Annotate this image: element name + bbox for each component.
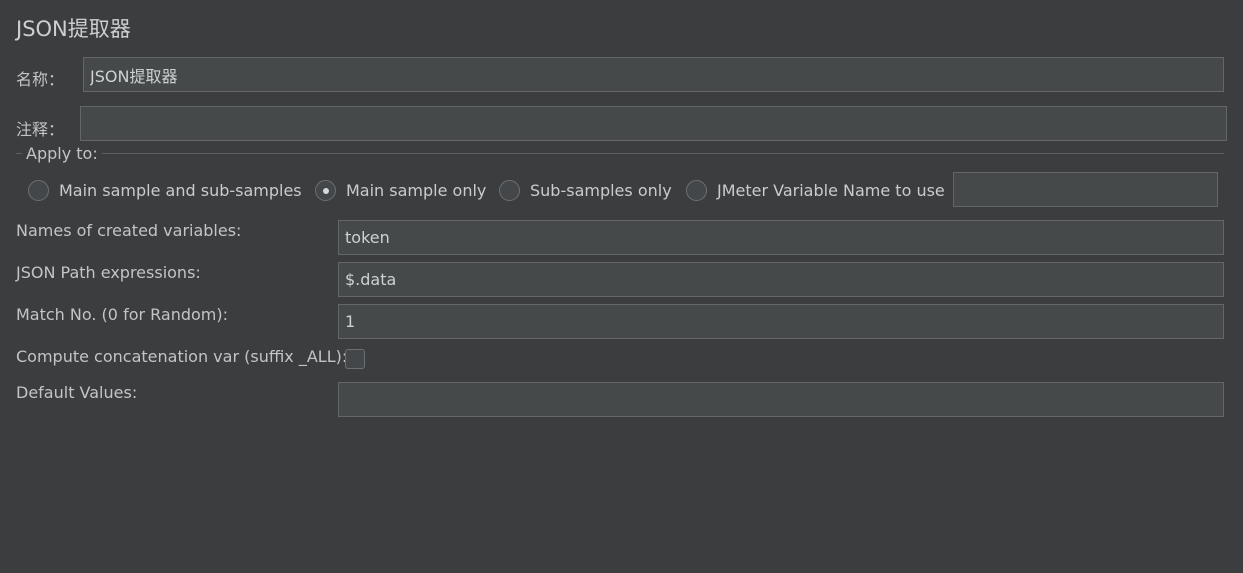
comment-field[interactable] <box>80 106 1227 141</box>
radio-sub-samples-only[interactable] <box>499 180 520 201</box>
apply-to-group-border <box>16 153 1224 154</box>
json-path-expressions-field[interactable] <box>338 262 1224 297</box>
names-of-created-variables-label: Names of created variables: <box>16 221 242 240</box>
comment-label: 注释： <box>16 120 65 139</box>
json-path-expressions-label: JSON Path expressions: <box>16 263 201 282</box>
radio-main-and-sub-samples[interactable] <box>28 180 49 201</box>
default-values-field[interactable] <box>338 382 1224 417</box>
radio-jmeter-variable[interactable] <box>686 180 707 201</box>
names-of-created-variables-field[interactable] <box>338 220 1224 255</box>
name-label: 名称： <box>16 70 65 89</box>
radio-jmeter-variable-label[interactable]: JMeter Variable Name to use <box>717 181 945 200</box>
radio-main-and-sub-samples-label[interactable]: Main sample and sub-samples <box>59 181 302 200</box>
name-field[interactable] <box>83 57 1224 92</box>
apply-to-title: Apply to: <box>22 144 102 163</box>
jmeter-variable-name-field[interactable] <box>953 172 1218 207</box>
radio-main-sample-only-label[interactable]: Main sample only <box>346 181 486 200</box>
radio-selected-dot <box>322 187 329 194</box>
panel-title: JSON提取器 <box>16 17 131 41</box>
compute-concatenation-checkbox[interactable] <box>345 349 365 369</box>
radio-main-sample-only[interactable] <box>315 180 336 201</box>
default-values-label: Default Values: <box>16 383 138 402</box>
radio-sub-samples-only-label[interactable]: Sub-samples only <box>530 181 672 200</box>
compute-concatenation-label: Compute concatenation var (suffix _ALL): <box>16 347 348 366</box>
match-no-label: Match No. (0 for Random): <box>16 305 229 324</box>
match-no-field[interactable] <box>338 304 1224 339</box>
